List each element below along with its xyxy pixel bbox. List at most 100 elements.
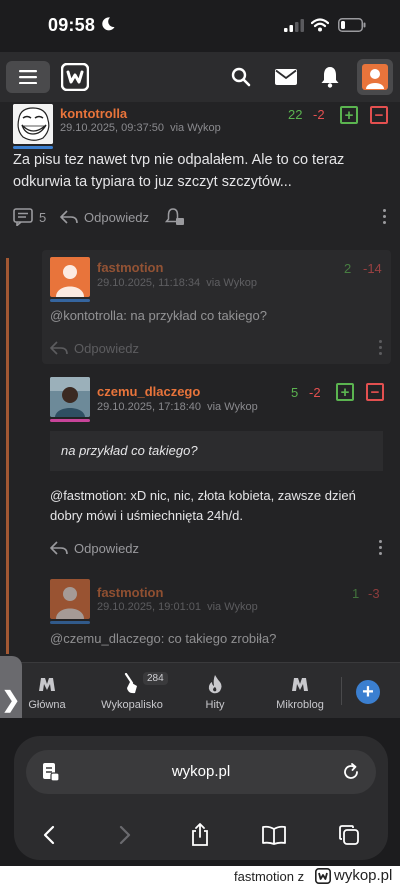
avatar-underline [50,419,90,422]
comment-text: : na przykład co takiego? [123,308,267,323]
share-icon [192,823,208,846]
comment-author[interactable]: fastmotion [97,585,163,600]
fire-icon [208,675,222,694]
notify-bell-icon[interactable] [165,208,185,226]
bell-icon [321,67,339,88]
mention-link[interactable]: @kontotrolla [50,308,123,323]
chevron-right-icon: ❯ [1,687,21,712]
reply-button[interactable]: Odpowiedz [74,341,139,356]
nav-wykopalisko-label: Wykopalisko [101,699,163,711]
status-bar: 09:58 [0,0,400,52]
comment-author[interactable]: fastmotion [97,260,163,275]
search-button[interactable] [227,63,255,91]
mail-icon [275,69,297,85]
wykopalisko-count-badge: 284 [143,672,168,685]
comment-votes-down: -3 [368,586,380,601]
book-icon [262,825,286,845]
comment-votes-down: -14 [363,261,382,276]
battery-icon [338,18,366,32]
comment-date: 29.10.2025, 17:18:40 via Wykop [97,401,258,413]
wykop-logo[interactable] [60,62,90,92]
comment-more-options[interactable] [379,540,383,556]
comment-date-text: 29.10.2025, 17:18:40 [97,401,201,413]
footer-site: wykop.pl [334,867,393,884]
nav-home-label: Główna [28,699,66,711]
default-avatar-icon [56,587,84,619]
browser-panel: wykop.pl [14,736,388,860]
comment-body: @fastmotion: xD nic, nic, złota kobieta,… [50,486,385,526]
comment-count[interactable]: 5 [39,210,46,225]
avatar-underline [50,299,90,302]
comment-author[interactable]: czemu_dlaczego [97,384,200,399]
comment-votes-up: 1 [352,586,360,601]
avatar[interactable] [13,104,53,144]
reply-icon [50,341,68,355]
menu-button[interactable] [6,61,50,93]
comment-body: @czemu_dlaczego: co takiego zrobiła? [50,628,380,650]
footer-user: fastmotion z [234,869,304,884]
bookmarks-button[interactable] [259,820,289,850]
avatar-icon [362,64,388,90]
mention-link[interactable]: @czemu_dlaczego [50,631,161,646]
tabs-button[interactable] [334,820,364,850]
comment-item: czemu_dlaczego 29.10.2025, 17:18:40 via … [42,368,391,564]
mention-link[interactable]: @fastmotion [50,488,123,503]
comment-text: : co takiego zrobiła? [160,631,277,646]
entry-via: via Wykop [170,122,221,134]
main-entry: kontotrolla 29.10.2025, 09:37:50 via Wyk… [0,102,400,242]
comment-avatar[interactable] [50,579,90,619]
comment-via: via Wykop [206,277,257,289]
tabs-icon [339,825,359,845]
comment-date-text: 29.10.2025, 11:18:34 [97,277,201,289]
share-button[interactable] [185,820,215,850]
reply-button[interactable]: Odpowiedz [74,541,139,556]
bottom-nav: Główna Wykopalisko 284 Hity Mikroblog + [0,662,400,718]
comment-votes-down: -2 [309,385,321,400]
comment-avatar[interactable] [50,377,90,417]
back-button[interactable] [34,820,64,850]
entry-body: Za pisu tez nawet tvp nie odpalałem. Ale… [13,152,345,190]
entry-more-options[interactable] [383,209,387,225]
comment-body: @kontotrolla: na przykład co takiego? [50,305,380,327]
comment-votes-up: 5 [291,385,299,400]
upvote-button[interactable]: + [336,383,354,401]
trollface-avatar [13,104,53,144]
comments-icon[interactable] [13,208,33,226]
forward-button[interactable] [110,820,140,850]
downvote-button[interactable]: − [366,383,384,401]
comment-date: 29.10.2025, 19:01:01 via Wykop [97,601,258,613]
notifications-button[interactable] [316,63,344,91]
chevron-right-icon [119,825,131,845]
comment-avatar[interactable] [50,257,90,297]
chevron-left-icon [43,825,55,845]
quote-text: na przykład co takiego? [61,443,198,458]
entry-author[interactable]: kontotrolla [60,106,127,121]
reload-icon[interactable] [342,763,360,781]
nav-home[interactable]: Główna [20,663,74,719]
browser-toolbar: wykop.pl [0,718,400,866]
nav-mikroblog[interactable]: Mikroblog [268,663,332,719]
comment-votes-up: 2 [344,261,352,276]
reply-button[interactable]: Odpowiedz [84,210,149,225]
mail-button[interactable] [272,63,300,91]
url-text: wykop.pl [171,763,231,780]
nav-divider [341,677,342,705]
quote-block: na przykład co takiego? [50,431,383,471]
entry-date-text: 29.10.2025, 09:37:50 [60,122,164,134]
footer-username: fastmotion [234,869,294,884]
status-time: 09:58 [48,15,96,35]
comment-more-options[interactable] [379,340,383,356]
user-avatar-button[interactable] [357,59,393,95]
comment-item: fastmotion 29.10.2025, 11:18:34 via Wyko… [42,250,391,364]
votes-up-count: 22 [288,107,303,122]
upvote-button[interactable]: + [340,106,358,124]
nav-mikroblog-label: Mikroblog [276,699,324,711]
nav-hity[interactable]: Hity [194,663,236,719]
address-bar[interactable]: wykop.pl [26,750,376,794]
downvote-button[interactable]: − [370,106,388,124]
add-entry-button[interactable]: + [356,680,380,704]
mikroblog-icon [292,678,308,691]
wykop-logo-icon [315,868,331,884]
search-icon [231,67,251,87]
phone-screen: 09:58 kontotrolla 29.10.2025, 09:37:50 v… [0,0,400,866]
